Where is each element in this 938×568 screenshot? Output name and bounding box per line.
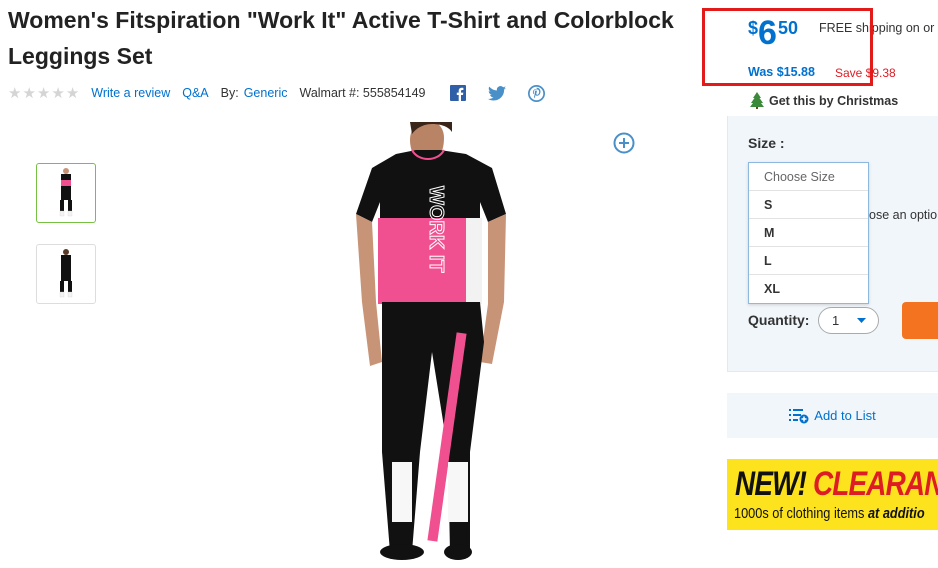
walmart-number: Walmart #: 555854149 xyxy=(299,86,426,100)
star-icon: ★ xyxy=(36,84,51,102)
shirt-print-text: WORK IT xyxy=(425,186,447,273)
banner-sub-emphasis: at additio xyxy=(867,505,925,522)
highlight-box xyxy=(702,8,873,86)
banner-new-text: NEW! xyxy=(735,465,807,503)
by-label: By: xyxy=(220,86,239,100)
banner-sub-text: 1000s of clothing items xyxy=(734,505,865,522)
size-option-xl[interactable]: XL xyxy=(749,275,868,303)
chevron-down-icon xyxy=(857,317,866,323)
banner-subtext: 1000s of clothing items at additio xyxy=(734,505,925,522)
quantity-select[interactable]: 1 xyxy=(818,307,879,334)
add-to-list-button[interactable]: Add to List xyxy=(727,393,938,438)
brand-link[interactable]: Generic xyxy=(244,86,288,100)
star-icon: ★ xyxy=(22,84,36,102)
product-meta-row: ★ ★ ★ ★ ★ Write a review Q&A By: Generic… xyxy=(8,84,545,102)
zoom-icon[interactable] xyxy=(613,132,635,154)
thumbnail-front-image xyxy=(59,168,73,217)
add-list-icon xyxy=(789,408,809,423)
star-icon: ★ xyxy=(51,84,65,102)
star-icon: ★ xyxy=(65,84,80,102)
write-review-link[interactable]: Write a review xyxy=(91,86,170,100)
pinterest-icon[interactable] xyxy=(527,84,545,102)
christmas-delivery: Get this by Christmas xyxy=(750,92,898,109)
size-dropdown[interactable]: Choose Size S M L XL xyxy=(748,162,869,304)
add-to-cart-button[interactable] xyxy=(902,302,938,339)
add-to-list-label: Add to List xyxy=(814,408,876,423)
quantity-value: 1 xyxy=(832,313,840,328)
thumbnail-front[interactable] xyxy=(36,163,96,223)
thumbnail-back-image xyxy=(59,249,73,298)
twitter-icon[interactable] xyxy=(487,85,506,101)
rating-stars[interactable]: ★ ★ ★ ★ ★ xyxy=(8,86,79,101)
christmas-text: Get this by Christmas xyxy=(769,93,899,108)
size-option-m[interactable]: M xyxy=(749,219,868,247)
size-option-s[interactable]: S xyxy=(749,191,868,219)
size-option-placeholder[interactable]: Choose Size xyxy=(749,163,868,191)
size-label: Size : xyxy=(748,135,785,151)
star-icon: ★ xyxy=(8,84,22,102)
size-hint-text: ose an optio xyxy=(869,208,938,222)
thumbnail-back[interactable] xyxy=(36,244,96,304)
product-title: Women's Fitspiration "Work It" Active T-… xyxy=(8,7,674,69)
christmas-tree-icon xyxy=(750,92,764,109)
banner-headline: NEW! CLEARAN xyxy=(735,465,938,504)
clearance-banner[interactable]: NEW! CLEARAN 1000s of clothing items at … xyxy=(727,459,938,530)
size-option-l[interactable]: L xyxy=(749,247,868,275)
qa-link[interactable]: Q&A xyxy=(182,86,208,100)
facebook-icon[interactable] xyxy=(449,85,466,101)
quantity-label: Quantity: xyxy=(748,312,810,328)
product-main-image[interactable]: WORK IT xyxy=(320,122,520,568)
banner-clearance-text: CLEARAN xyxy=(812,465,938,503)
